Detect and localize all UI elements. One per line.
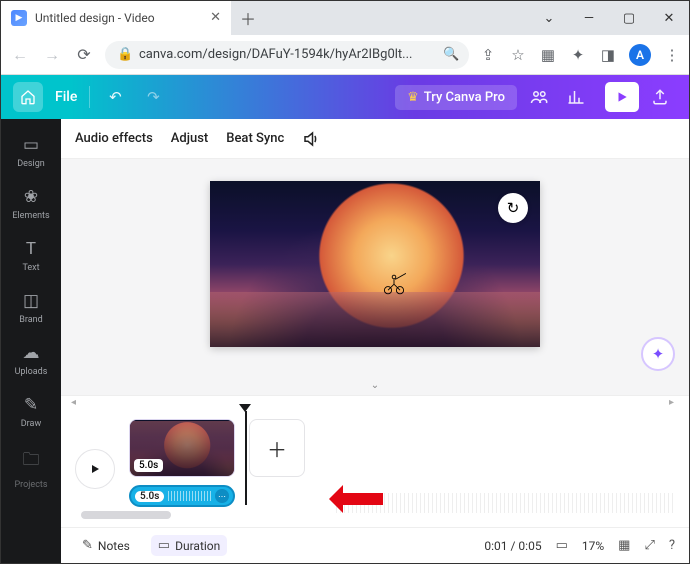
fullscreen-icon[interactable]: ⤢: [644, 538, 654, 553]
template-icon: ▭: [23, 135, 39, 155]
adjust-button[interactable]: Adjust: [171, 131, 208, 146]
bookmark-star-icon[interactable]: ☆: [509, 46, 527, 64]
share-upload-icon[interactable]: [651, 88, 677, 106]
audio-waveform: [168, 491, 211, 501]
grid-view-icon[interactable]: ▦: [618, 538, 630, 553]
insights-icon[interactable]: [567, 88, 593, 106]
volume-icon[interactable]: [302, 130, 320, 148]
rail-label: Draw: [21, 419, 41, 429]
present-button[interactable]: [605, 82, 639, 112]
dropdown-icon[interactable]: ⌄: [529, 11, 569, 26]
tab-title: Untitled design - Video: [35, 11, 155, 25]
audio-effects-button[interactable]: Audio effects: [75, 131, 153, 146]
notes-button[interactable]: ✎ Notes: [75, 535, 137, 556]
nav-back-button[interactable]: ←: [9, 45, 31, 65]
search-in-url-icon[interactable]: 🔍: [443, 47, 457, 62]
add-page-button[interactable]: ＋: [249, 419, 305, 477]
rail-label: Text: [22, 263, 39, 273]
pencil-icon: ✎: [24, 395, 38, 415]
sidebar-item-elements[interactable]: ❀ Elements: [1, 179, 61, 231]
scroll-right-icon[interactable]: ▸: [669, 397, 679, 408]
window-close-button[interactable]: ✕: [649, 11, 689, 26]
notes-icon: ✎: [82, 538, 93, 553]
cloud-upload-icon: ☁: [23, 343, 40, 363]
rail-label: Projects: [15, 480, 48, 490]
collapse-canvas-icon[interactable]: ⌄: [371, 380, 379, 391]
brand-icon: ◫: [23, 291, 39, 311]
sidebar-item-text[interactable]: T Text: [1, 231, 61, 283]
browser-tab[interactable]: ▶ Untitled design - Video ✕: [1, 1, 231, 35]
sidepanel-icon[interactable]: ◨: [599, 46, 617, 64]
extension-icon[interactable]: ▦: [539, 46, 557, 64]
playback-time: 0:01 / 0:05: [484, 539, 541, 553]
file-menu-button[interactable]: File: [55, 89, 77, 105]
annotation-arrow: [329, 483, 383, 515]
audio-clip[interactable]: 5.0s ⋯: [129, 485, 235, 507]
window-maximize-button[interactable]: ▢: [609, 11, 649, 26]
window-minimize-button[interactable]: —: [569, 11, 609, 26]
close-tab-icon[interactable]: ✕: [210, 10, 221, 25]
sidebar-item-design[interactable]: ▭ Design: [1, 127, 61, 179]
lock-icon: 🔒: [117, 47, 131, 62]
sidebar-item-uploads[interactable]: ☁ Uploads: [1, 335, 61, 387]
duration-label: Duration: [175, 539, 220, 553]
nav-reload-button[interactable]: ⟳: [73, 45, 95, 64]
video-canvas[interactable]: ↻: [210, 181, 540, 347]
rail-label: Uploads: [15, 367, 48, 377]
regenerate-button[interactable]: ↻: [498, 193, 528, 223]
zoom-level[interactable]: 17%: [582, 539, 604, 553]
clip-duration-label: 5.0s: [134, 459, 163, 472]
home-button[interactable]: [13, 82, 43, 112]
sidebar-item-brand[interactable]: ◫ Brand: [1, 283, 61, 335]
view-mode-icon[interactable]: ▭: [556, 538, 568, 553]
cyclist-silhouette: [382, 271, 406, 295]
nav-forward-button[interactable]: →: [41, 45, 63, 65]
video-clip[interactable]: 5.0s: [129, 419, 235, 477]
puzzle-icon[interactable]: ✦: [569, 46, 587, 64]
folder-icon: 🗀: [23, 447, 40, 476]
url-text: canva.com/design/DAFuY-1594k/hyAr2IBg0lt…: [139, 47, 412, 62]
collaborators-icon[interactable]: [529, 88, 555, 106]
chrome-menu-icon[interactable]: ⋮: [663, 46, 681, 64]
text-icon: T: [26, 239, 36, 259]
address-bar[interactable]: 🔒 canva.com/design/DAFuY-1594k/hyAr2IBg0…: [105, 41, 469, 69]
rail-label: Elements: [12, 211, 49, 221]
magic-button[interactable]: ✦: [641, 337, 675, 371]
canvas-content-image: [210, 181, 540, 347]
help-icon[interactable]: ?: [669, 538, 675, 553]
timeline-play-button[interactable]: [75, 449, 115, 489]
try-canva-pro-button[interactable]: ♛ Try Canva Pro: [395, 85, 517, 110]
sidebar-item-projects[interactable]: 🗀 Projects: [1, 439, 61, 500]
notes-label: Notes: [98, 539, 130, 553]
duration-button[interactable]: ▭ Duration: [151, 535, 227, 556]
new-tab-button[interactable]: ＋: [231, 6, 265, 30]
canva-favicon: ▶: [11, 10, 27, 26]
beat-sync-button[interactable]: Beat Sync: [226, 131, 284, 146]
audio-duration-label: 5.0s: [135, 491, 164, 502]
redo-button[interactable]: ↷: [140, 88, 166, 106]
duration-icon: ▭: [158, 538, 170, 553]
rail-label: Design: [17, 159, 45, 169]
audio-tail-waveform: [336, 493, 675, 513]
audio-clip-more-icon[interactable]: ⋯: [215, 489, 229, 503]
profile-avatar[interactable]: A: [629, 44, 651, 66]
undo-button[interactable]: ↶: [102, 88, 128, 106]
crown-icon: ♛: [407, 90, 419, 105]
rail-label: Brand: [19, 315, 42, 325]
scroll-left-icon[interactable]: ◂: [71, 397, 81, 408]
shapes-icon: ❀: [24, 187, 38, 207]
share-icon[interactable]: ⇪: [479, 46, 497, 64]
sidebar-item-draw[interactable]: ✎ Draw: [1, 387, 61, 439]
try-pro-label: Try Canva Pro: [424, 90, 505, 105]
